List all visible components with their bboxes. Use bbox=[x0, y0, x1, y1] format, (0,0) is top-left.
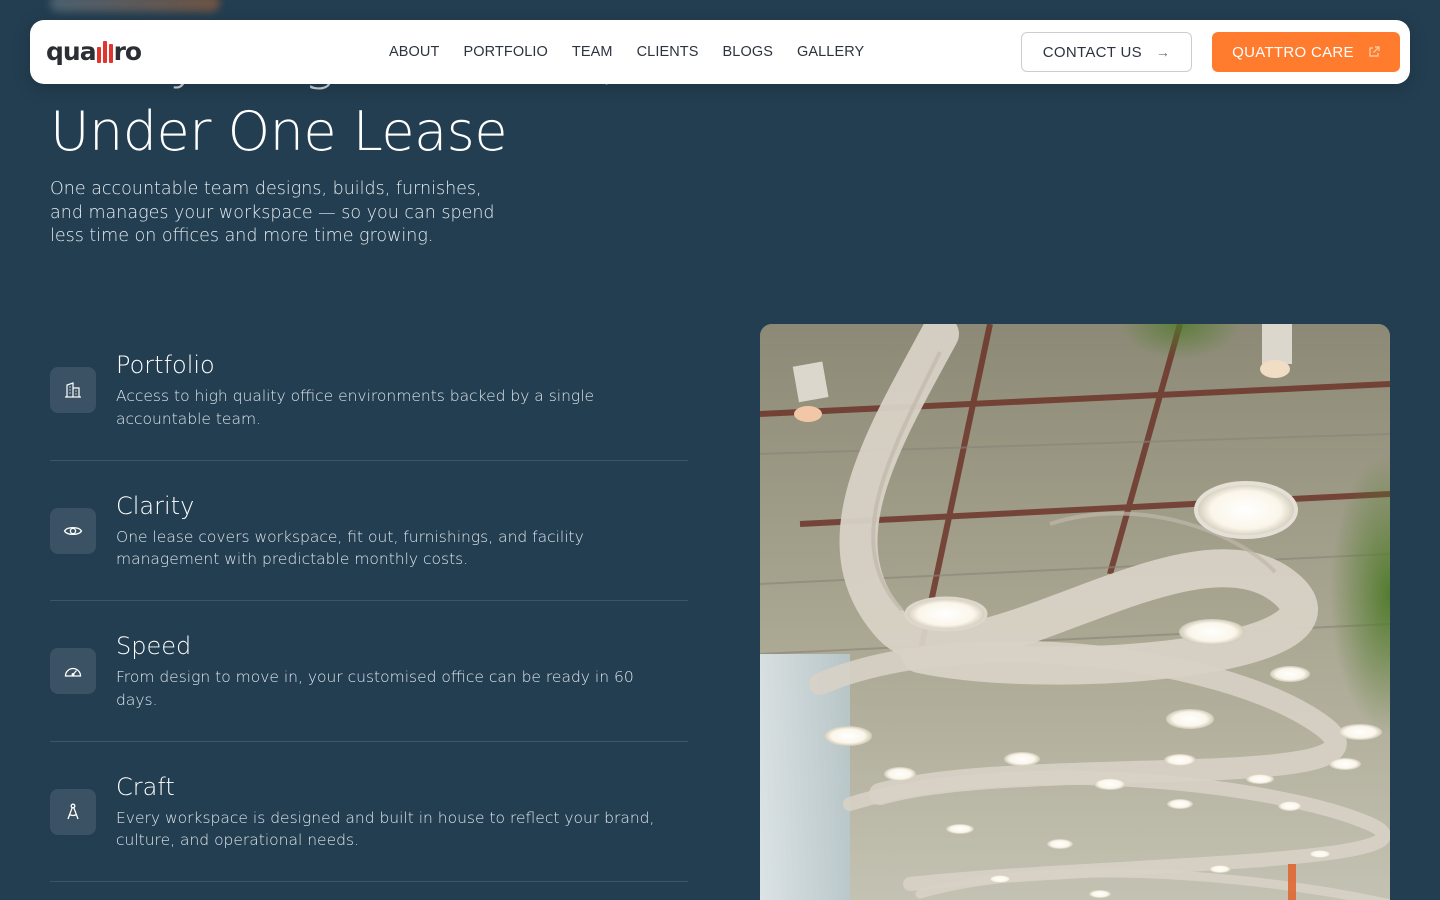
hero-title-line2: Under One Lease bbox=[50, 100, 508, 163]
logo-bars-icon bbox=[96, 39, 113, 63]
nav-link-clients[interactable]: CLIENTS bbox=[637, 44, 699, 60]
external-link-icon bbox=[1369, 46, 1380, 57]
office-ceiling-photo bbox=[760, 324, 1390, 900]
office-ceiling-illustration bbox=[760, 324, 1390, 900]
feature-description: From design to move in, your customised … bbox=[116, 668, 634, 709]
feature-description: One lease covers workspace, fit out, fur… bbox=[116, 527, 584, 569]
quattro-care-button[interactable]: QUATTRO CARE bbox=[1212, 32, 1400, 72]
feature-description: Every workspace is designed and built in… bbox=[116, 808, 655, 850]
logo-text-right: ro bbox=[113, 36, 142, 66]
quattro-care-label: QUATTRO CARE bbox=[1232, 43, 1354, 61]
feature-title: Portfolio bbox=[116, 351, 215, 379]
logo-text-left: qua bbox=[46, 36, 97, 66]
speedometer-icon bbox=[50, 648, 96, 694]
feature-item-speed: Speed From design to move in, your custo… bbox=[50, 601, 688, 742]
hero-eyebrow-blur bbox=[50, 0, 220, 12]
feature-item-craft: Craft Every workspace is designed and bu… bbox=[50, 742, 688, 882]
feature-item-portfolio: Portfolio Access to high quality office … bbox=[50, 320, 688, 461]
eye-icon bbox=[50, 507, 96, 554]
nav-link-gallery[interactable]: GALLERY bbox=[797, 44, 864, 60]
feature-description: Access to high quality office environmen… bbox=[116, 387, 595, 428]
quattro-logo[interactable]: qua ro bbox=[46, 34, 142, 68]
feature-title: Clarity bbox=[116, 491, 195, 520]
arrow-right-icon: → bbox=[1155, 44, 1171, 60]
drafting-compass-icon bbox=[50, 788, 96, 835]
nav-links: ABOUT PORTFOLIO TEAM CLIENTS BLOGS GALLE… bbox=[389, 20, 888, 84]
building-icon bbox=[50, 367, 96, 413]
contact-us-label: CONTACT US bbox=[1042, 43, 1142, 61]
feature-item-clarity: Clarity One lease covers workspace, fit … bbox=[50, 461, 688, 601]
hero-description: One accountable team designs, builds, fu… bbox=[50, 179, 495, 246]
feature-title: Craft bbox=[116, 772, 175, 801]
navbar: qua ro ABOUT PORTFOLIO TEAM CLIENTS BLOG… bbox=[30, 20, 1410, 84]
nav-link-portfolio[interactable]: PORTFOLIO bbox=[463, 44, 547, 60]
feature-list: Portfolio Access to high quality office … bbox=[50, 320, 688, 882]
contact-us-button[interactable]: CONTACT US → bbox=[1021, 32, 1192, 72]
nav-link-team[interactable]: TEAM bbox=[572, 44, 613, 60]
nav-link-about[interactable]: ABOUT bbox=[389, 44, 439, 60]
nav-link-blogs[interactable]: BLOGS bbox=[723, 44, 773, 60]
feature-title: Speed bbox=[116, 632, 192, 660]
